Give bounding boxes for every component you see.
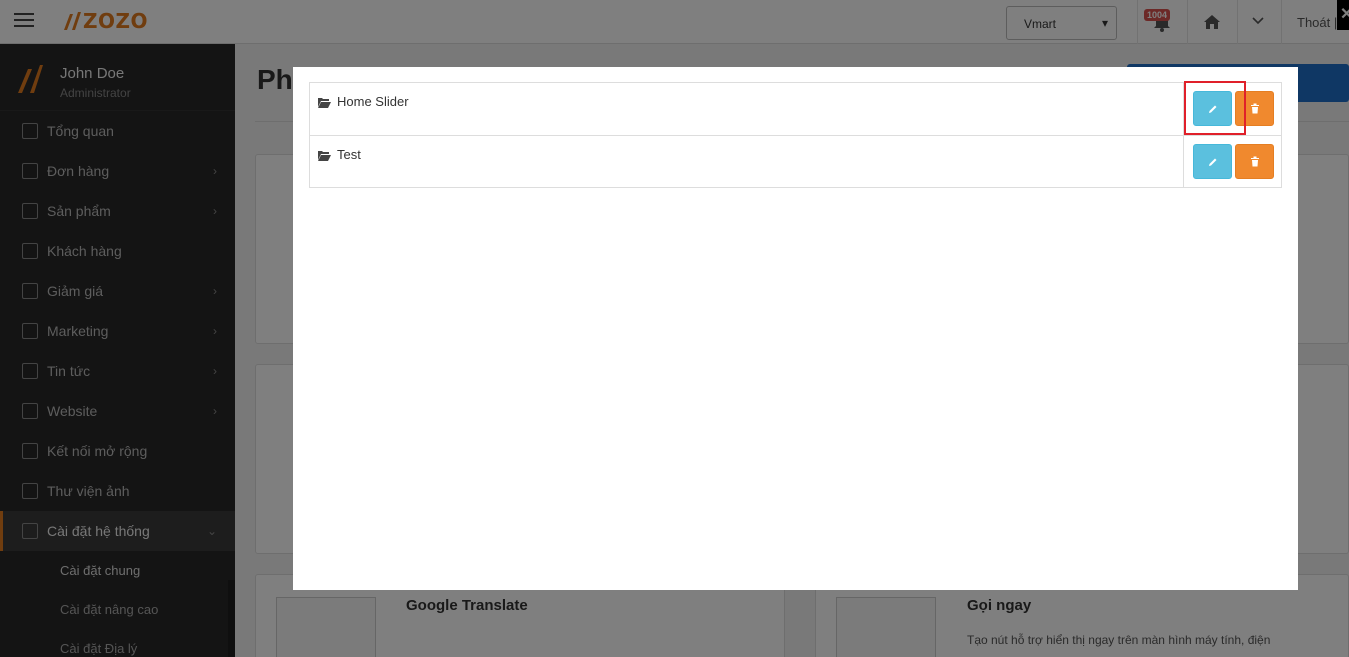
folder-open-icon: [318, 151, 331, 161]
pencil-icon: [1208, 158, 1216, 166]
table-row: Home Slider: [309, 82, 1282, 135]
folder-modal: Home Slider Test: [293, 67, 1298, 590]
table-row: Test: [309, 135, 1282, 188]
folder-cell: Test: [310, 136, 1184, 188]
highlight-box: [1184, 81, 1246, 135]
folder-table: Home Slider Test: [309, 82, 1282, 188]
folder-name[interactable]: Home Slider: [337, 94, 409, 109]
delete-button[interactable]: [1235, 144, 1274, 179]
folder-cell: Home Slider: [310, 83, 1184, 135]
folder-open-icon: [318, 98, 331, 108]
trash-icon: [1250, 103, 1259, 114]
folder-name[interactable]: Test: [337, 147, 361, 162]
trash-icon: [1250, 156, 1259, 167]
edit-button[interactable]: [1193, 144, 1232, 179]
